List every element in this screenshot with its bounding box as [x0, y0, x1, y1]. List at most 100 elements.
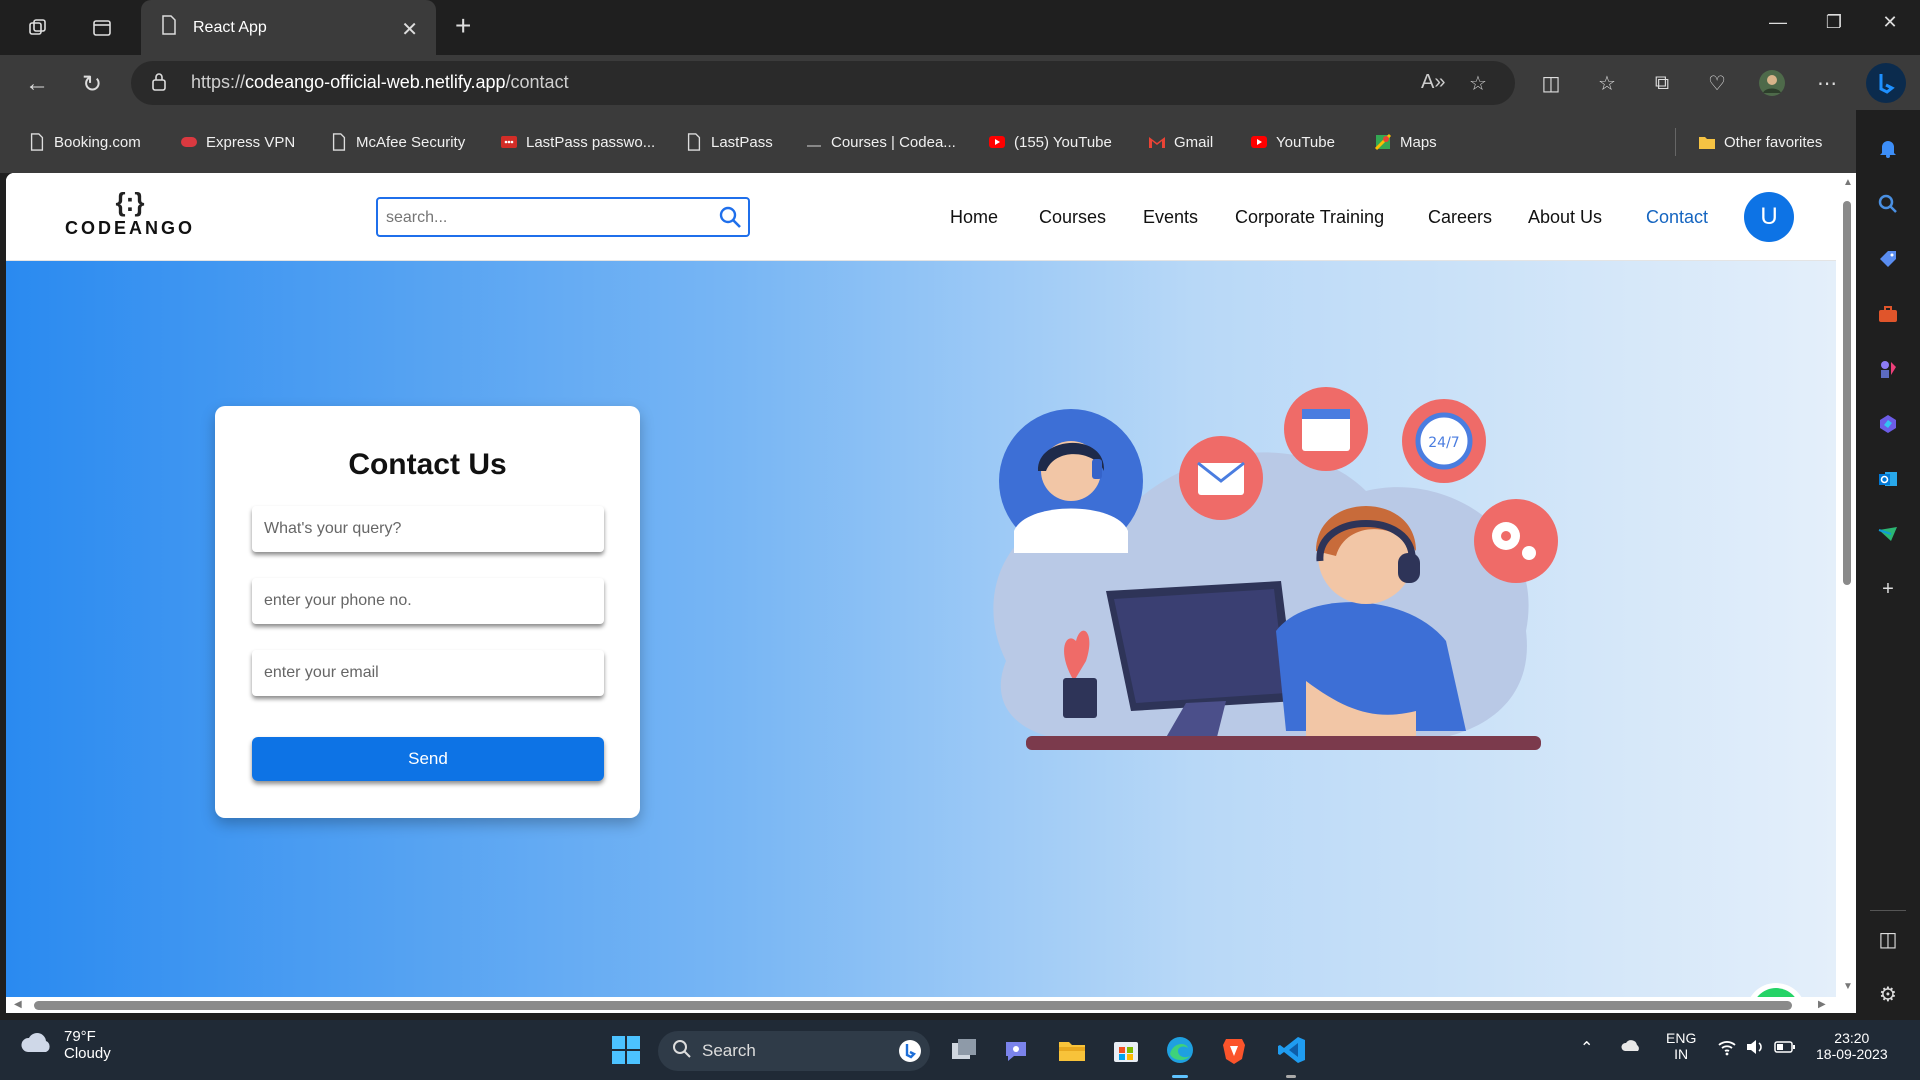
- nav-careers[interactable]: Careers: [1428, 207, 1492, 228]
- taskbar-search-label: Search: [702, 1041, 756, 1060]
- logo-text: CODEANGO: [64, 218, 195, 238]
- volume-icon[interactable]: [1745, 1038, 1765, 1059]
- refresh-icon[interactable]: ↻: [75, 67, 109, 101]
- profile-avatar-icon[interactable]: [1755, 66, 1789, 100]
- nav-about-us[interactable]: About Us: [1528, 207, 1602, 228]
- address-bar[interactable]: https://codeango-official-web.netlify.ap…: [131, 61, 1515, 105]
- page-icon: [332, 133, 346, 151]
- shopping-tag-icon[interactable]: [1874, 245, 1902, 273]
- restore-button[interactable]: ❐: [1814, 12, 1854, 42]
- favorite-item[interactable]: McAfee Security: [330, 130, 465, 154]
- battery-icon[interactable]: [1774, 1040, 1796, 1057]
- weather-condition: Cloudy: [64, 1045, 111, 1062]
- scroll-up-icon[interactable]: ▲: [1843, 177, 1853, 188]
- email-field[interactable]: [252, 650, 604, 696]
- show-hidden-icons-icon[interactable]: ⌃: [1580, 1038, 1593, 1058]
- brave-browser-icon[interactable]: [1218, 1034, 1250, 1066]
- favorite-item[interactable]: Courses | Codea...: [805, 130, 956, 154]
- send-button[interactable]: Send: [252, 737, 604, 781]
- desk: [1026, 736, 1541, 750]
- contact-hero: Contact Us Send: [6, 261, 1836, 1013]
- search-icon[interactable]: [1874, 190, 1902, 218]
- more-options-icon[interactable]: ⋯: [1810, 66, 1844, 100]
- microsoft-store-icon[interactable]: [1110, 1034, 1142, 1066]
- browser-essentials-icon[interactable]: ♡: [1700, 66, 1734, 100]
- scroll-right-icon[interactable]: ▶: [1818, 999, 1826, 1010]
- weather-widget[interactable]: 79°F Cloudy: [20, 1028, 111, 1062]
- phone-field[interactable]: [252, 578, 604, 624]
- new-tab-button[interactable]: +: [455, 10, 471, 42]
- favorite-item[interactable]: Maps: [1374, 130, 1437, 154]
- nav-home[interactable]: Home: [950, 207, 998, 228]
- windows-taskbar: 79°F Cloudy Search ⌃ ENG IN 23:20 18-09-…: [0, 1020, 1920, 1080]
- favorite-item[interactable]: Booking.com: [28, 130, 141, 154]
- codeango-logo[interactable]: {:} CODEANGO: [60, 187, 200, 249]
- nav-contact[interactable]: Contact: [1646, 207, 1708, 228]
- horizontal-scroll-thumb[interactable]: [34, 1001, 1792, 1010]
- task-view-icon[interactable]: [948, 1034, 980, 1066]
- query-field[interactable]: [252, 506, 604, 552]
- back-icon[interactable]: ←: [20, 67, 54, 101]
- cloud-icon: [21, 1033, 50, 1052]
- add-sidebar-app-icon[interactable]: +: [1874, 575, 1902, 603]
- teams-chat-icon[interactable]: [1002, 1034, 1034, 1066]
- taskbar-search[interactable]: Search: [658, 1031, 930, 1071]
- favorites-icon[interactable]: ☆: [1590, 66, 1624, 100]
- favorite-item[interactable]: (155) YouTube: [988, 130, 1112, 154]
- file-explorer-icon[interactable]: [1056, 1034, 1088, 1066]
- scroll-down-icon[interactable]: ▼: [1843, 981, 1853, 992]
- edge-browser-icon[interactable]: [1164, 1034, 1196, 1066]
- logo-mark: {:}: [115, 187, 145, 217]
- read-aloud-icon[interactable]: A»: [1421, 71, 1445, 94]
- favorite-item[interactable]: LastPass: [685, 130, 773, 154]
- nav-corporate-training[interactable]: Corporate Training: [1235, 207, 1384, 228]
- favorite-item[interactable]: LastPass passwo...: [500, 130, 655, 154]
- site-header: {:} CODEANGO Home Courses Events Corpora…: [6, 173, 1836, 261]
- language-indicator[interactable]: ENG IN: [1666, 1030, 1696, 1062]
- contact-title: Contact Us: [348, 448, 507, 481]
- onedrive-icon[interactable]: [1620, 1036, 1644, 1057]
- search-input[interactable]: [386, 207, 706, 229]
- hide-sidebar-icon[interactable]: ◫: [1874, 925, 1902, 953]
- tab-actions-icon[interactable]: [86, 12, 118, 44]
- vertical-scrollbar[interactable]: ▲ ▼: [1838, 173, 1856, 999]
- bing-copilot-icon[interactable]: [1866, 63, 1906, 103]
- youtube-icon: [1251, 136, 1267, 148]
- favorite-item[interactable]: YouTube: [1250, 130, 1335, 154]
- close-tab-icon[interactable]: ✕: [401, 17, 418, 42]
- svg-text:24/7: 24/7: [1428, 435, 1459, 451]
- user-avatar[interactable]: U: [1744, 192, 1794, 242]
- favorite-item[interactable]: Express VPN: [180, 130, 295, 154]
- tools-briefcase-icon[interactable]: [1874, 300, 1902, 328]
- copilot-icon[interactable]: [1874, 410, 1902, 438]
- favorite-star-icon[interactable]: ☆: [1469, 71, 1487, 96]
- edge-sidebar: + ◫ ⚙: [1856, 110, 1920, 1020]
- windows-start-icon[interactable]: [610, 1034, 642, 1066]
- minimize-button[interactable]: —: [1758, 12, 1798, 42]
- favorite-item[interactable]: Gmail: [1148, 130, 1213, 154]
- sidebar-settings-icon[interactable]: ⚙: [1874, 980, 1902, 1008]
- wifi-icon[interactable]: [1717, 1038, 1737, 1059]
- vs-code-icon[interactable]: [1276, 1034, 1308, 1066]
- workspaces-icon[interactable]: [22, 12, 54, 44]
- other-favorites[interactable]: Other favorites: [1698, 130, 1822, 154]
- collections-icon[interactable]: ⧉: [1645, 66, 1679, 100]
- nav-events[interactable]: Events: [1143, 207, 1198, 228]
- notifications-bell-icon[interactable]: [1874, 134, 1902, 162]
- search-icon[interactable]: [718, 205, 742, 234]
- page-icon: [687, 133, 701, 151]
- outlook-icon[interactable]: [1874, 465, 1902, 493]
- tab-react-app[interactable]: React App ✕: [141, 0, 436, 55]
- scroll-left-icon[interactable]: ◀: [14, 999, 22, 1010]
- lock-icon[interactable]: [151, 72, 167, 97]
- gmail-icon: [1149, 137, 1165, 148]
- clock[interactable]: 23:20 18-09-2023: [1816, 1030, 1888, 1062]
- split-screen-icon[interactable]: ◫: [1534, 66, 1568, 100]
- site-search: [376, 197, 750, 237]
- vertical-scroll-thumb[interactable]: [1843, 201, 1851, 585]
- games-icon[interactable]: [1874, 355, 1902, 383]
- horizontal-scrollbar[interactable]: ◀ ▶: [6, 997, 1836, 1013]
- drop-send-icon[interactable]: [1874, 520, 1902, 548]
- nav-courses[interactable]: Courses: [1039, 207, 1106, 228]
- close-window-button[interactable]: ✕: [1870, 12, 1910, 42]
